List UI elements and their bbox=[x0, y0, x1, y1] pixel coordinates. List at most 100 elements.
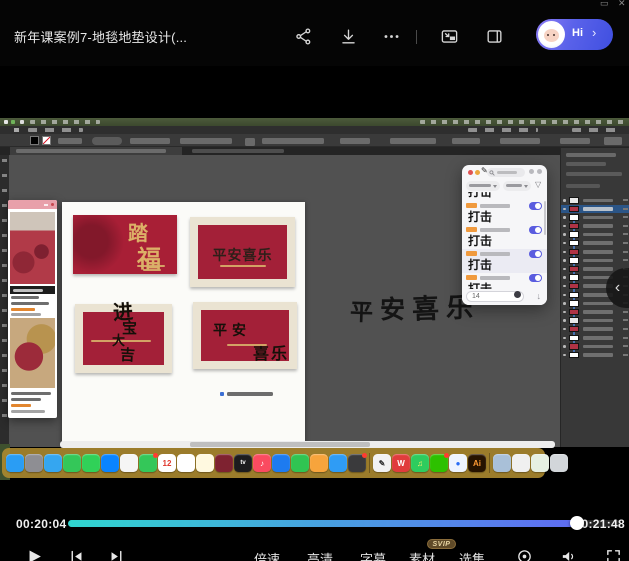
documents-icon[interactable] bbox=[512, 454, 530, 472]
settings-icon[interactable] bbox=[537, 169, 542, 174]
music-icon[interactable]: ♪ bbox=[253, 454, 271, 472]
font-row[interactable]: 打击 bbox=[462, 192, 547, 201]
share-icon[interactable] bbox=[294, 27, 314, 47]
finder-icon[interactable] bbox=[6, 454, 24, 472]
layer-row[interactable] bbox=[561, 316, 629, 325]
previous-episode-icon[interactable] bbox=[68, 548, 86, 561]
layer-visibility-icon[interactable] bbox=[563, 337, 566, 340]
disc-icon[interactable] bbox=[215, 454, 233, 472]
sphere-icon[interactable] bbox=[348, 454, 366, 472]
layer-visibility-icon[interactable] bbox=[563, 251, 566, 254]
progress-bar[interactable] bbox=[68, 520, 621, 527]
layer-row[interactable] bbox=[561, 205, 629, 214]
layer-row[interactable] bbox=[561, 213, 629, 222]
progress-thumb[interactable] bbox=[570, 516, 584, 530]
app-store-icon[interactable] bbox=[101, 454, 119, 472]
mini-player-icon[interactable] bbox=[485, 27, 505, 47]
dock[interactable]: 12tv♪✎W♫●Ai bbox=[2, 448, 545, 478]
pencil-icon[interactable] bbox=[310, 454, 328, 472]
safari-icon[interactable] bbox=[44, 454, 62, 472]
numbers-icon[interactable] bbox=[291, 454, 309, 472]
layer-visibility-icon[interactable] bbox=[563, 302, 566, 305]
font-enable-toggle[interactable] bbox=[529, 250, 542, 258]
font-list-scrollbar[interactable] bbox=[544, 201, 546, 235]
layer-visibility-icon[interactable] bbox=[563, 319, 566, 322]
folder-icon[interactable] bbox=[493, 454, 511, 472]
account-button[interactable]: Hi › bbox=[536, 19, 613, 50]
layer-visibility-icon[interactable] bbox=[563, 216, 566, 219]
wps-icon[interactable]: W bbox=[392, 454, 410, 472]
subtitle-menu[interactable]: 字幕 bbox=[356, 549, 390, 561]
pin-icon[interactable] bbox=[529, 169, 534, 174]
app-store-2-icon[interactable] bbox=[329, 454, 347, 472]
font-row[interactable]: 打击 bbox=[462, 225, 547, 249]
record-icon[interactable] bbox=[516, 548, 534, 561]
restore-icon[interactable]: ▭ bbox=[600, 0, 609, 9]
next-episode-icon[interactable] bbox=[108, 548, 126, 561]
download-icon[interactable] bbox=[339, 27, 359, 47]
apple-tv-icon[interactable]: tv bbox=[234, 454, 252, 472]
layer-visibility-icon[interactable] bbox=[563, 259, 566, 262]
speed-menu[interactable]: 倍速 bbox=[250, 549, 284, 561]
mat-3[interactable]: 进 宝 大 吉 bbox=[75, 304, 172, 373]
layer-visibility-icon[interactable] bbox=[563, 208, 566, 211]
layer-visibility-icon[interactable] bbox=[563, 328, 566, 331]
launchpad-icon[interactable] bbox=[25, 454, 43, 472]
volume-icon[interactable] bbox=[560, 548, 578, 561]
baidu-netdisk-icon[interactable]: ● bbox=[449, 454, 467, 472]
layer-row[interactable] bbox=[561, 256, 629, 265]
font-enable-toggle[interactable] bbox=[529, 202, 542, 210]
layer-visibility-icon[interactable] bbox=[563, 345, 566, 348]
layer-visibility-icon[interactable] bbox=[563, 268, 566, 271]
wechat-icon[interactable] bbox=[430, 454, 448, 472]
facetime-icon[interactable] bbox=[63, 454, 81, 472]
layer-row[interactable] bbox=[561, 239, 629, 248]
font-row[interactable]: 打击 bbox=[462, 249, 547, 273]
download-font-icon[interactable]: ↓ bbox=[537, 291, 542, 301]
panel-minimize-icon[interactable] bbox=[475, 170, 480, 175]
calendar-icon[interactable]: 12 bbox=[158, 454, 176, 472]
layer-row[interactable] bbox=[561, 222, 629, 231]
layer-row[interactable] bbox=[561, 334, 629, 343]
font-list[interactable]: 打击打击打击打击打击 bbox=[462, 192, 547, 289]
video-call-icon[interactable] bbox=[139, 454, 157, 472]
mat-4[interactable]: 平安 喜乐 bbox=[193, 302, 297, 369]
font-enable-toggle[interactable] bbox=[529, 226, 542, 234]
fullscreen-icon[interactable] bbox=[605, 548, 623, 561]
font-category-dropdown[interactable] bbox=[466, 181, 500, 191]
pasteboard-text[interactable]: 平 安 喜 乐 bbox=[350, 286, 473, 325]
layer-visibility-icon[interactable] bbox=[563, 354, 566, 357]
filter-icon[interactable]: ▽ bbox=[535, 180, 541, 189]
panel-close-icon[interactable] bbox=[468, 170, 473, 175]
trash-icon[interactable] bbox=[550, 454, 568, 472]
reminders-icon[interactable] bbox=[177, 454, 195, 472]
fill-swatch[interactable] bbox=[30, 136, 39, 145]
layer-row[interactable] bbox=[561, 196, 629, 205]
layer-visibility-icon[interactable] bbox=[563, 276, 566, 279]
layer-visibility-icon[interactable] bbox=[563, 242, 566, 245]
play-icon[interactable] bbox=[26, 548, 44, 561]
font-row[interactable]: 打击 bbox=[462, 273, 547, 289]
stroke-swatch[interactable] bbox=[42, 136, 51, 145]
close-icon[interactable]: ✕ bbox=[618, 0, 626, 9]
layer-visibility-icon[interactable] bbox=[563, 285, 566, 288]
font-sort-dropdown[interactable] bbox=[503, 181, 531, 191]
layer-row[interactable] bbox=[561, 351, 629, 360]
reference-window[interactable] bbox=[8, 200, 57, 418]
messages-icon[interactable] bbox=[82, 454, 100, 472]
font-enable-toggle[interactable] bbox=[529, 274, 542, 282]
font-row[interactable]: 打击 bbox=[462, 201, 547, 225]
material-menu[interactable]: 素材 bbox=[405, 549, 439, 561]
keynote-icon[interactable] bbox=[272, 454, 290, 472]
mat-2[interactable]: 平安喜乐 bbox=[190, 217, 295, 287]
pen-tool-icon[interactable]: ✎ bbox=[373, 454, 391, 472]
episodes-menu[interactable]: 选集 bbox=[455, 549, 489, 561]
notes-icon[interactable] bbox=[196, 454, 214, 472]
layer-visibility-icon[interactable] bbox=[563, 199, 566, 202]
layer-row[interactable] bbox=[561, 325, 629, 334]
photos-icon[interactable] bbox=[120, 454, 138, 472]
font-manager-panel[interactable]: ✎ ▽ 打击打击打击打击打击 14 ↓ bbox=[462, 165, 547, 305]
maps-icon[interactable] bbox=[531, 454, 549, 472]
layer-visibility-icon[interactable] bbox=[563, 233, 566, 236]
layer-visibility-icon[interactable] bbox=[563, 311, 566, 314]
